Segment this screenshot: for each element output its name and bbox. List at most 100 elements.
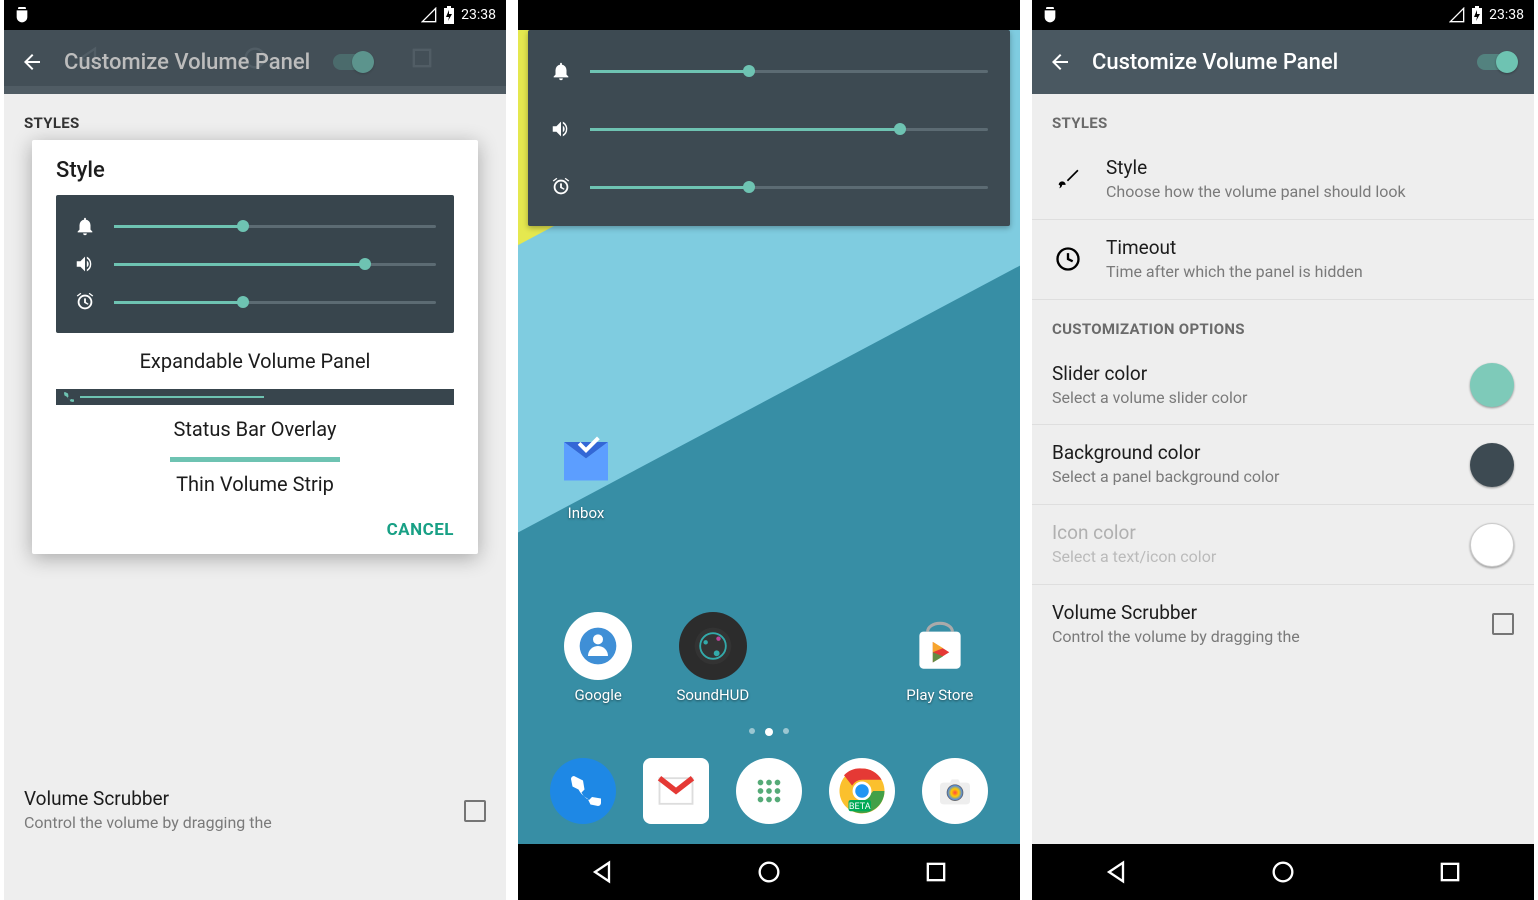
app-row: Google SoundHUD Play Store xyxy=(518,612,1020,704)
pref-summary: Choose how the volume panel should look xyxy=(1106,182,1514,203)
color-swatch-bg xyxy=(1470,443,1514,487)
status-bar: 23:38 xyxy=(1032,0,1534,30)
android-debug-icon xyxy=(14,7,30,23)
bell-icon xyxy=(550,56,572,86)
checkbox-icon[interactable] xyxy=(1492,613,1514,635)
pref-icon-color[interactable]: Icon color Select a text/icon color xyxy=(1032,505,1534,585)
volume-icon xyxy=(74,253,96,275)
svg-text:BETA: BETA xyxy=(849,802,871,812)
screen-style-dialog: 23:38 Customize Volume Panel STYLES Volu… xyxy=(4,0,506,900)
back-arrow-icon xyxy=(20,50,44,74)
nav-bar xyxy=(1032,844,1534,900)
status-bar xyxy=(518,0,1020,30)
camera-icon xyxy=(935,771,975,811)
pref-summary: Select a text/icon color xyxy=(1052,547,1448,568)
folder-google-icon xyxy=(578,626,618,666)
pref-title: Icon color xyxy=(1052,521,1448,544)
alarm-icon xyxy=(74,291,96,313)
chrome-icon: BETA xyxy=(835,764,889,818)
section-styles: STYLES xyxy=(4,94,506,140)
pref-title: Style xyxy=(1106,156,1514,179)
inbox-icon xyxy=(553,431,619,497)
master-toggle[interactable] xyxy=(1474,50,1518,74)
alarm-icon xyxy=(550,172,572,202)
section-header-custom: CUSTOMIZATION OPTIONS xyxy=(1032,300,1534,346)
app-label: SoundHUD xyxy=(676,686,749,704)
back-button[interactable] xyxy=(1048,50,1072,74)
pref-style[interactable]: Style Choose how the volume panel should… xyxy=(1032,140,1534,220)
app-label: Play Store xyxy=(906,686,973,704)
pref-title: Background color xyxy=(1052,441,1448,464)
nav-back-icon[interactable] xyxy=(588,858,616,886)
status-time: 23:38 xyxy=(461,7,496,23)
android-debug-icon xyxy=(1042,7,1058,23)
battery-charging-icon xyxy=(443,6,455,24)
app-camera[interactable] xyxy=(922,758,988,824)
pref-title: Slider color xyxy=(1052,362,1448,385)
app-label: Inbox xyxy=(568,504,605,522)
screen-settings: 23:38 Customize Volume Panel STYLES Styl… xyxy=(1032,0,1534,900)
app-title: Customize Volume Panel xyxy=(1092,50,1454,75)
style-option-statusbar-label[interactable]: Status Bar Overlay xyxy=(56,417,454,441)
playstore-icon xyxy=(907,613,973,679)
status-bar: 23:38 xyxy=(4,0,506,30)
phone-icon xyxy=(62,391,74,403)
dimmed-appbar: Customize Volume Panel xyxy=(4,30,506,94)
pref-timeout[interactable]: Timeout Time after which the panel is hi… xyxy=(1032,220,1534,300)
gmail-icon xyxy=(654,769,698,813)
nav-home-icon[interactable] xyxy=(755,858,783,886)
checkbox-icon[interactable] xyxy=(464,800,486,822)
pref-title: Volume Scrubber xyxy=(1052,601,1470,624)
pref-summary: Time after which the panel is hidden xyxy=(1106,262,1514,283)
app-gmail[interactable] xyxy=(643,758,709,824)
style-dialog: Style Expandable Volume Panel Status Bar… xyxy=(32,140,478,554)
style-option-thinstrip-preview[interactable] xyxy=(170,457,340,462)
nav-back-icon[interactable] xyxy=(1102,858,1130,886)
app-inbox[interactable]: Inbox xyxy=(552,430,620,522)
app-google[interactable]: Google xyxy=(564,612,632,704)
color-swatch-slider xyxy=(1470,363,1514,407)
settings-content[interactable]: STYLES Style Choose how the volume panel… xyxy=(1032,94,1534,844)
pref-summary: Select a volume slider color xyxy=(1052,388,1448,409)
nav-home-icon[interactable] xyxy=(1269,858,1297,886)
style-option-expandable-preview[interactable] xyxy=(56,195,454,333)
dialog-title: Style xyxy=(56,158,454,183)
home-wallpaper: Inbox Google SoundHUD Play Store xyxy=(518,30,1020,844)
pref-summary: Select a panel background color xyxy=(1052,467,1448,488)
volume-overlay-panel[interactable] xyxy=(528,30,1010,226)
app-drawer[interactable] xyxy=(736,758,802,824)
status-time: 23:38 xyxy=(1489,7,1524,23)
section-header-styles: STYLES xyxy=(1032,94,1534,140)
phone-icon xyxy=(565,773,601,809)
pref-bg-color[interactable]: Background color Select a panel backgrou… xyxy=(1032,425,1534,505)
soundhud-icon xyxy=(691,624,735,668)
cancel-button[interactable]: CANCEL xyxy=(387,520,454,540)
app-playstore[interactable]: Play Store xyxy=(906,612,974,704)
clock-icon xyxy=(1054,245,1082,273)
style-option-expandable-label[interactable]: Expandable Volume Panel xyxy=(56,349,454,373)
app-soundhud[interactable]: SoundHUD xyxy=(676,612,749,704)
screen-home-overlay: Inbox Google SoundHUD Play Store xyxy=(518,0,1020,900)
pref-slider-color[interactable]: Slider color Select a volume slider colo… xyxy=(1032,346,1534,426)
pref-summary: Control the volume by dragging the xyxy=(1052,627,1470,648)
pager-dots xyxy=(518,728,1020,736)
signal-icon xyxy=(1449,7,1465,23)
battery-charging-icon xyxy=(1471,6,1483,24)
pref-volume-scrubber[interactable]: Volume Scrubber Control the volume by dr… xyxy=(1032,585,1534,664)
pref-title: Timeout xyxy=(1106,236,1514,259)
volume-icon xyxy=(550,114,572,144)
color-swatch-icon xyxy=(1470,523,1514,567)
master-toggle xyxy=(330,50,374,74)
dock: BETA xyxy=(518,758,1020,830)
app-label: Google xyxy=(574,686,621,704)
app-drawer-icon xyxy=(752,774,786,808)
style-option-statusbar-preview[interactable] xyxy=(56,389,454,405)
app-chrome[interactable]: BETA xyxy=(829,758,895,824)
nav-recents-icon[interactable] xyxy=(922,858,950,886)
app-phone[interactable] xyxy=(550,758,616,824)
bell-icon xyxy=(74,215,96,237)
nav-bar xyxy=(518,844,1020,900)
style-option-thinstrip-label[interactable]: Thin Volume Strip xyxy=(56,472,454,496)
signal-icon xyxy=(421,7,437,23)
nav-recents-icon[interactable] xyxy=(1436,858,1464,886)
